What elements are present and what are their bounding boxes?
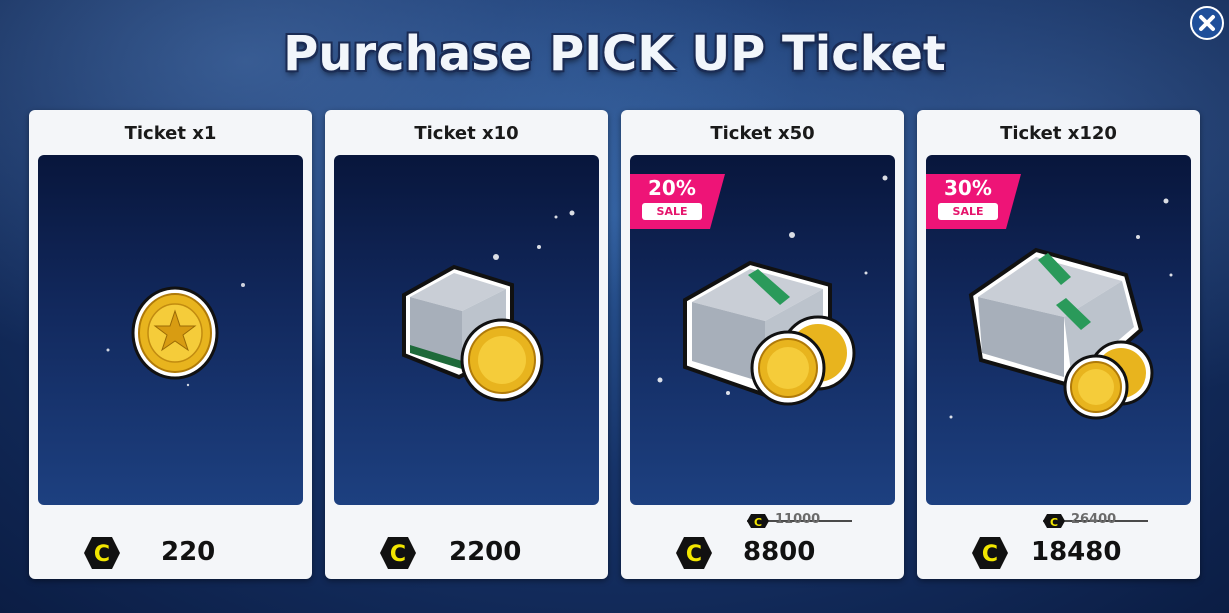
original-price-value: 11000	[775, 512, 821, 527]
price-value: 2200	[449, 537, 522, 567]
gold-ticket-coin-icon	[460, 318, 544, 402]
sale-badge: 20% SALE	[630, 174, 725, 229]
product-label: Ticket x120	[1000, 123, 1117, 144]
price-row: C 220	[29, 532, 312, 572]
product-card-ticket-x1[interactable]: Ticket x1 C 220	[29, 110, 312, 579]
svg-text:C: C	[754, 516, 762, 529]
c-coin-icon: C	[972, 537, 1008, 569]
product-card-ticket-x120[interactable]: Ticket x120 30% SALE C 26400 C 18480	[917, 110, 1200, 579]
original-price-value: 26400	[1071, 512, 1117, 527]
page-title: Purchase PICK UP Ticket	[283, 26, 946, 82]
product-label: Ticket x50	[710, 123, 815, 144]
sale-badge: 30% SALE	[926, 174, 1021, 229]
c-coin-icon: C	[676, 537, 712, 569]
product-art	[38, 155, 303, 505]
price-row: C 8800	[621, 532, 904, 572]
svg-text:C: C	[686, 542, 702, 567]
c-coin-icon: C	[84, 537, 120, 569]
gold-ticket-coin-icon	[131, 286, 219, 380]
price-row: C 2200	[325, 532, 608, 572]
svg-text:C: C	[390, 542, 406, 567]
original-price: C 26400	[1043, 512, 1153, 530]
price-row: C 18480	[917, 532, 1200, 572]
product-label: Ticket x1	[124, 123, 217, 144]
sale-text: SALE	[642, 203, 702, 220]
original-price: C 11000	[747, 512, 857, 530]
product-card-ticket-x50[interactable]: Ticket x50 20% SALE C 11000 C 8800	[621, 110, 904, 579]
price-value: 8800	[743, 537, 816, 567]
price-value: 220	[161, 537, 216, 567]
product-card-ticket-x10[interactable]: Ticket x10 C 2200	[325, 110, 608, 579]
product-art	[334, 155, 599, 505]
svg-text:C: C	[94, 542, 110, 567]
c-coin-icon: C	[380, 537, 416, 569]
close-button[interactable]	[1190, 6, 1224, 40]
sale-text: SALE	[938, 203, 998, 220]
price-value: 18480	[1031, 537, 1122, 567]
sale-percent: 20%	[648, 176, 696, 200]
close-x-icon	[1199, 15, 1215, 31]
sale-percent: 30%	[944, 176, 992, 200]
svg-text:C: C	[982, 542, 998, 567]
svg-text:C: C	[1050, 516, 1058, 529]
product-label: Ticket x10	[414, 123, 519, 144]
